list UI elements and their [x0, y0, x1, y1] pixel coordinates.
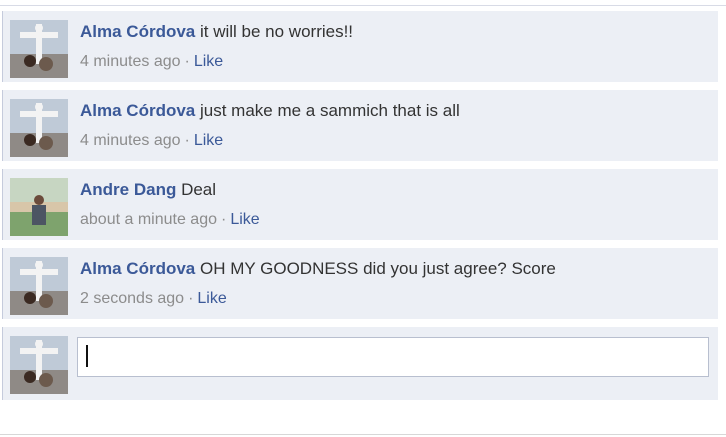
comment-meta: 2 seconds ago · Like: [80, 290, 227, 308]
comment-item: Alma Córdova it will be no worries!! 4 m…: [2, 11, 718, 82]
author-name[interactable]: Alma Córdova: [80, 259, 195, 278]
separator-dot: ·: [184, 132, 190, 149]
avatar-image: [10, 336, 68, 394]
timestamp: 2 seconds ago: [80, 290, 185, 307]
comment-body: Alma Córdova it will be no worries!!: [80, 22, 353, 42]
timestamp: 4 minutes ago: [80, 132, 181, 149]
comment-text: just make me a sammich that is all: [199, 101, 460, 120]
comment-meta: 4 minutes ago · Like: [80, 132, 223, 150]
comment-text: it will be no worries!!: [199, 22, 354, 41]
avatar-image: [10, 178, 68, 236]
like-link[interactable]: Like: [194, 132, 223, 149]
separator-dot: ·: [188, 290, 194, 307]
comment-meta: 4 minutes ago · Like: [80, 53, 223, 71]
avatar: [10, 336, 68, 394]
avatar-image: [10, 257, 68, 315]
comment-text: OH MY GOODNESS did you just agree? Score: [199, 259, 556, 278]
avatar[interactable]: [10, 20, 68, 78]
timestamp: about a minute ago: [80, 211, 217, 228]
comment-meta: about a minute ago · Like: [80, 211, 260, 229]
separator-dot: ·: [184, 53, 190, 70]
comment-body: Alma Córdova OH MY GOODNESS did you just…: [80, 259, 556, 279]
avatar-image: [10, 99, 68, 157]
comment-body: Andre Dang Deal: [80, 180, 216, 200]
like-link[interactable]: Like: [230, 211, 259, 228]
comment-item: Alma Córdova OH MY GOODNESS did you just…: [2, 248, 718, 319]
author-name[interactable]: Andre Dang: [80, 180, 176, 199]
author-name[interactable]: Alma Córdova: [80, 22, 195, 41]
top-divider: [0, 0, 726, 6]
comment-body: Alma Córdova just make me a sammich that…: [80, 101, 460, 121]
comment-item: Andre Dang Deal about a minute ago · Like: [2, 169, 718, 240]
avatar-image: [10, 20, 68, 78]
like-link[interactable]: Like: [197, 290, 226, 307]
bottom-divider: [0, 434, 726, 435]
timestamp: 4 minutes ago: [80, 53, 181, 70]
comment-input[interactable]: [77, 337, 709, 377]
comment-item: Alma Córdova just make me a sammich that…: [2, 90, 718, 161]
reply-composer: [2, 327, 718, 400]
comment-thread: Alma Córdova it will be no worries!! 4 m…: [0, 0, 726, 437]
author-name[interactable]: Alma Córdova: [80, 101, 195, 120]
like-link[interactable]: Like: [194, 53, 223, 70]
text-caret: [86, 345, 88, 367]
avatar[interactable]: [10, 99, 68, 157]
comment-text: Deal: [181, 180, 217, 199]
avatar[interactable]: [10, 178, 68, 236]
separator-dot: ·: [221, 211, 227, 228]
avatar[interactable]: [10, 257, 68, 315]
